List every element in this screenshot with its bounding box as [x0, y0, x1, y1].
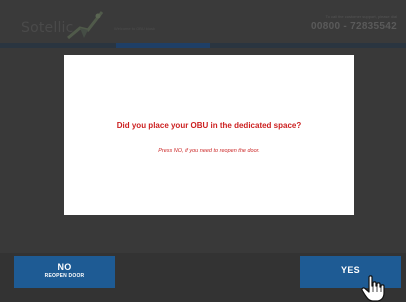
header-bar: Sotellic Welcome to OBU kiosk To call th…	[0, 0, 406, 43]
no-button-sublabel: REOPEN DOOR	[44, 273, 85, 279]
hand-pointer-cursor-icon	[361, 275, 385, 302]
support-label: To call the customer support, please dia…	[325, 14, 397, 19]
no-reopen-door-button[interactable]: NO REOPEN DOOR	[14, 256, 115, 288]
dialog-subtitle: Press NO, if you need to reopen the door…	[158, 148, 260, 154]
support-phone-number: 00800 - 72835542	[311, 21, 397, 32]
confirmation-dialog: Did you place your OBU in the dedicated …	[64, 55, 354, 215]
no-button-label: NO	[57, 262, 72, 272]
header-tagline: Welcome to OBU kiosk	[114, 26, 156, 31]
brand-logo-icon	[67, 11, 104, 40]
dialog-title: Did you place your OBU in the dedicated …	[116, 121, 302, 130]
